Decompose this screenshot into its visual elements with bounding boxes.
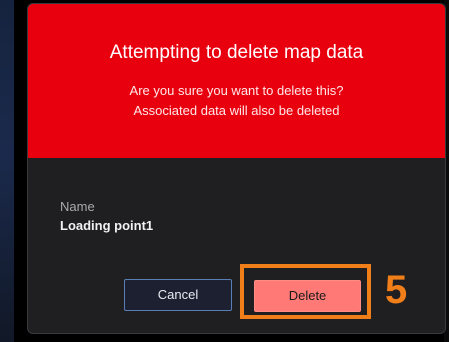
step-number: 5: [385, 268, 408, 312]
dialog-title: Attempting to delete map data: [109, 42, 364, 63]
dialog-message-line-2: Associated data will also be deleted: [133, 103, 340, 118]
dialog-message-line-1: Are you sure you want to delete this?: [129, 83, 344, 98]
delete-button[interactable]: Delete: [254, 280, 361, 312]
cancel-button[interactable]: Cancel: [124, 279, 232, 311]
screen: Attempting to delete map data Are you su…: [0, 0, 449, 342]
name-label: Name: [60, 199, 95, 214]
dialog-header: Attempting to delete map data Are you su…: [28, 4, 445, 158]
name-value: Loading point1: [60, 218, 154, 233]
delete-confirmation-dialog: Attempting to delete map data Are you su…: [27, 3, 446, 334]
dialog-message: Are you sure you want to delete this? As…: [28, 81, 445, 121]
background-panel: [0, 0, 14, 342]
